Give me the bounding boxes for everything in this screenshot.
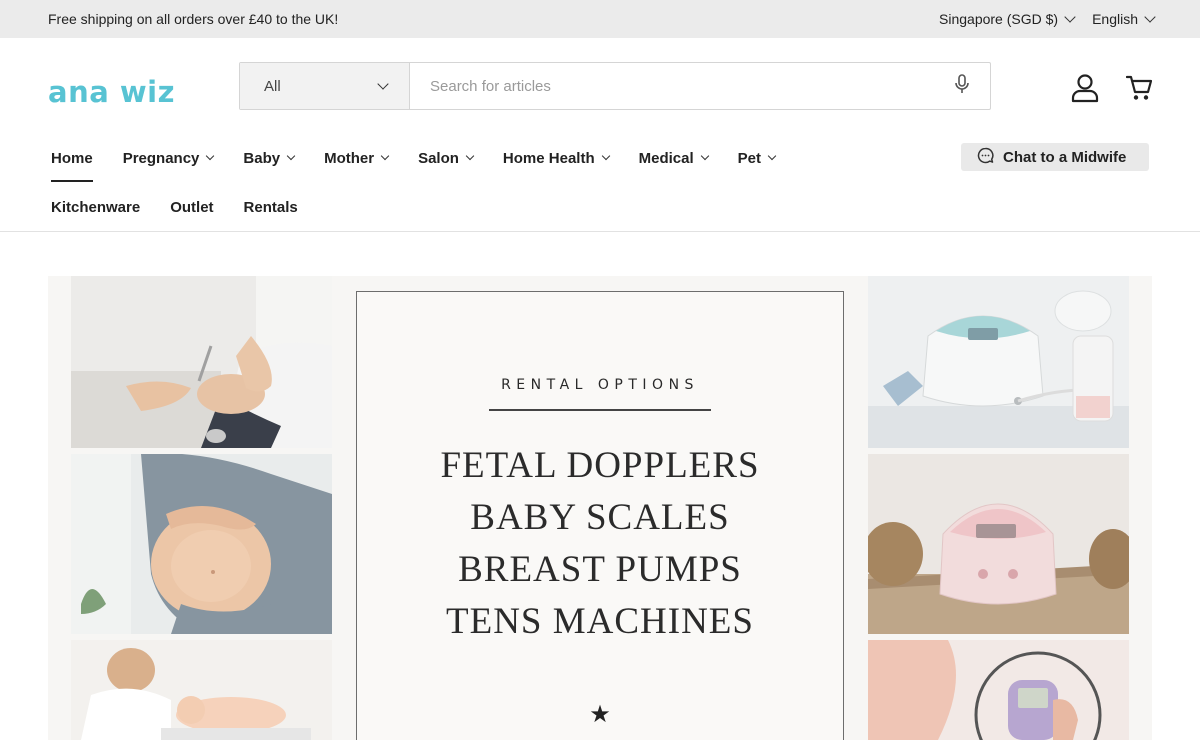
chevron-down-icon	[206, 151, 215, 161]
nav-item-rentals[interactable]: Rentals	[244, 187, 298, 227]
chevron-down-icon	[700, 151, 709, 161]
search-field	[410, 63, 990, 109]
announcement-bar: Free shipping on all orders over £40 to …	[0, 0, 1200, 38]
header-actions	[1070, 73, 1153, 108]
rental-options-heading: RENTAL OPTIONS	[501, 377, 699, 393]
nav-label: Outlet	[170, 198, 214, 216]
nav-item-pet[interactable]: Pet	[737, 138, 777, 178]
chevron-down-icon	[1144, 11, 1156, 23]
nav-label: Kitchenware	[51, 198, 141, 216]
rental-item-tens-machines: TENS MACHINES	[446, 601, 754, 642]
rental-options-card: RENTAL OPTIONS FETAL DOPPLERS BABY SCALE…	[356, 291, 844, 740]
baby-scale-photo	[71, 640, 332, 740]
nav-item-baby[interactable]: Baby	[243, 138, 296, 178]
tens-machine-photo	[868, 640, 1129, 740]
search-input[interactable]	[430, 77, 954, 95]
secondary-nav: Kitchenware Outlet Rentals	[51, 187, 328, 227]
chevron-down-icon	[601, 151, 610, 161]
star-icon: ★	[589, 701, 611, 728]
region-selector[interactable]: Singapore (SGD $)	[939, 11, 1076, 27]
nav-item-kitchenware[interactable]: Kitchenware	[51, 187, 140, 227]
nav-label: Home	[51, 149, 93, 167]
nav-item-medical[interactable]: Medical	[638, 138, 709, 178]
nav-label: Baby	[243, 149, 281, 167]
microphone-icon[interactable]	[954, 73, 970, 99]
chevron-down-icon	[377, 78, 389, 90]
search-bar: All	[239, 62, 991, 110]
rental-item-baby-scales: BABY SCALES	[470, 497, 730, 538]
nav-item-home-health[interactable]: Home Health	[502, 138, 610, 178]
ultrasound-photo	[71, 276, 332, 448]
breast-pump-pink-photo	[868, 454, 1129, 634]
nav-item-pregnancy[interactable]: Pregnancy	[122, 138, 215, 178]
search-category-label: All	[264, 77, 281, 95]
chat-midwife-button[interactable]: Chat to a Midwife	[961, 143, 1149, 171]
shipping-message: Free shipping on all orders over £40 to …	[48, 11, 339, 27]
chevron-down-icon	[1064, 11, 1076, 23]
heading-rule	[489, 409, 711, 411]
breast-pump-blue-photo	[868, 276, 1129, 448]
chevron-down-icon	[767, 151, 777, 161]
cart-icon[interactable]	[1125, 74, 1153, 107]
nav-item-home[interactable]: Home	[51, 138, 93, 182]
site-logo[interactable]: ana wiz	[48, 75, 175, 109]
site-header: ana wiz All	[0, 38, 1200, 138]
nav-label: Home Health	[502, 149, 595, 167]
chat-button-label: Chat to a Midwife	[1003, 148, 1127, 166]
nav-label: Salon	[418, 149, 459, 167]
main-nav: Home Pregnancy Baby Mother Salon Home He…	[51, 138, 805, 182]
nav-label: Rentals	[243, 198, 298, 216]
nav-label: Pet	[737, 149, 761, 167]
language-selector[interactable]: English	[1092, 11, 1156, 27]
nav-item-outlet[interactable]: Outlet	[170, 187, 213, 227]
nav-item-salon[interactable]: Salon	[418, 138, 475, 178]
header-divider	[0, 231, 1200, 232]
pregnant-belly-photo	[71, 454, 332, 634]
chevron-down-icon	[286, 151, 296, 161]
nav-item-mother[interactable]: Mother	[324, 138, 390, 178]
rental-item-fetal-dopplers: FETAL DOPPLERS	[440, 445, 760, 486]
nav-label: Medical	[638, 149, 694, 167]
chevron-down-icon	[465, 151, 475, 161]
search-category-select[interactable]: All	[240, 63, 410, 109]
nav-label: Pregnancy	[122, 149, 200, 167]
locale-selectors: Singapore (SGD $) English	[939, 11, 1156, 27]
rental-item-breast-pumps: BREAST PUMPS	[458, 549, 742, 590]
chat-bubble-icon	[977, 147, 994, 168]
language-label: English	[1092, 11, 1138, 27]
account-icon[interactable]	[1070, 73, 1100, 108]
region-label: Singapore (SGD $)	[939, 11, 1059, 27]
chevron-down-icon	[380, 151, 390, 161]
hero-banner[interactable]: RENTAL OPTIONS FETAL DOPPLERS BABY SCALE…	[48, 276, 1152, 740]
nav-label: Mother	[324, 149, 375, 167]
